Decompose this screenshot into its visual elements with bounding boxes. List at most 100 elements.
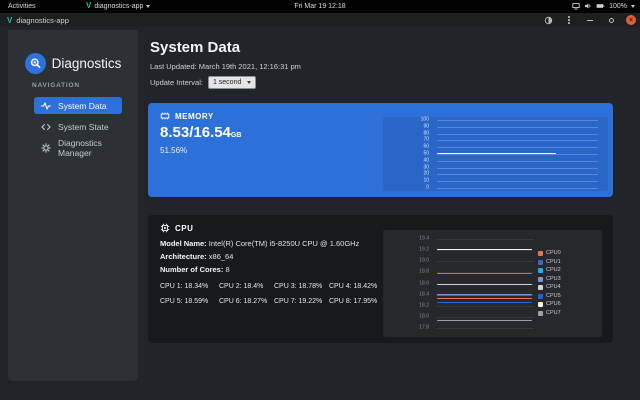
chart-series-CPU2	[437, 273, 532, 274]
menu-button[interactable]	[563, 14, 575, 26]
close-icon: ×	[629, 17, 633, 24]
memory-usage-number: 8.53/16.54	[160, 124, 231, 141]
maximize-icon	[609, 18, 614, 23]
cpu-card-header: CPU	[160, 223, 193, 233]
chevron-down-icon	[631, 5, 635, 8]
screencast-icon	[572, 2, 580, 10]
window-app-icon: V	[7, 17, 12, 25]
close-button[interactable]: ×	[626, 15, 636, 25]
cpu-card-title: CPU	[175, 224, 193, 233]
window-titlebar[interactable]: V diagnostics-app ×	[0, 13, 640, 27]
cpu-model-label: Model Name:	[160, 239, 207, 248]
minimize-button[interactable]	[584, 14, 596, 26]
chart-series-CPU3	[437, 294, 532, 295]
cpu-usage-cell: CPU 4: 18.42%	[329, 283, 384, 298]
page-title: System Data	[150, 39, 240, 56]
legend-item-CPU2: CPU2	[538, 268, 561, 274]
theme-toggle-button[interactable]	[542, 14, 554, 26]
pulse-icon	[41, 101, 51, 111]
memory-chart-plot	[437, 120, 598, 188]
maximize-button[interactable]	[605, 14, 617, 26]
window-title: diagnostics-app	[16, 16, 69, 25]
memory-usage-percent: 51.56%	[160, 146, 187, 155]
memory-usage-value: 8.53/16.54GB	[160, 124, 241, 141]
legend-item-CPU6: CPU6	[538, 302, 561, 308]
cpu-usage-cell: CPU 6: 18.27%	[219, 298, 274, 313]
cpu-usage-cell: CPU 5: 18.59%	[160, 298, 219, 313]
cpu-cores-label: Number of Cores:	[160, 265, 223, 274]
chart-series-CPU5	[437, 302, 532, 303]
sidebar-item-system-state[interactable]: System State	[34, 118, 122, 135]
cpu-architecture-label: Architecture:	[160, 252, 207, 261]
volume-icon	[584, 2, 592, 10]
cpu-architecture-value: x86_64	[209, 252, 234, 261]
cpu-icon	[160, 223, 170, 233]
legend-item-CPU0: CPU0	[538, 251, 561, 257]
battery-icon	[596, 2, 605, 10]
window-controls: ×	[542, 14, 636, 26]
sidebar-item-system-data[interactable]: System Data	[34, 97, 122, 114]
cpu-usage-cell: CPU 8: 17.95%	[329, 298, 384, 313]
update-interval-row: Update Interval: 1 second	[150, 76, 256, 89]
last-updated-text: Last Updated: March 19th 2021, 12:16:31 …	[150, 62, 301, 71]
cpu-chart: 19.419.219.018.818.618.418.218.017.8 CPU…	[383, 230, 602, 337]
cpu-card: CPU Model Name: Intel(R) Core(TM) i5-825…	[148, 215, 613, 343]
memory-icon	[160, 111, 170, 121]
memory-chart: 1009080706050403020100	[383, 117, 608, 191]
nav-section-label: NAVIGATION	[32, 82, 80, 89]
sidebar-item-label: System State	[58, 122, 109, 132]
sidebar-item-diagnostics-manager[interactable]: Diagnostics Manager	[34, 139, 122, 156]
chart-series-CPU6	[437, 249, 532, 250]
legend-item-CPU5: CPU5	[538, 294, 561, 300]
legend-item-CPU3: CPU3	[538, 277, 561, 283]
chart-series-CPU0	[437, 298, 532, 299]
cpu-usage-cell: CPU 2: 18.4%	[219, 283, 274, 298]
chart-series-CPU7	[437, 320, 532, 321]
memory-chart-y-axis: 1009080706050403020100	[383, 120, 433, 188]
legend-item-CPU7: CPU7	[538, 311, 561, 317]
cpu-model-line: Model Name: Intel(R) Core(TM) i5-8250U C…	[160, 239, 359, 248]
window-title-group: V diagnostics-app	[7, 16, 69, 25]
sidebar-item-label: System Data	[58, 101, 107, 111]
memory-usage-unit: GB	[231, 132, 242, 139]
clock[interactable]: Fri Mar 19 12:18	[0, 3, 640, 10]
system-top-bar: Activities V diagnostics-app Fri Mar 19 …	[0, 0, 640, 13]
cpu-chart-y-axis: 19.419.219.018.818.618.418.218.017.8	[383, 239, 433, 328]
cpu-usage-cell: CPU 3: 18.78%	[274, 283, 329, 298]
cpu-architecture-line: Architecture: x86_64	[160, 252, 233, 261]
cpu-cores-line: Number of Cores: 8	[160, 265, 230, 274]
memory-card-header: MEMORY	[160, 111, 214, 121]
cpu-usage-cell: CPU 7: 19.22%	[274, 298, 329, 313]
chevron-down-icon	[247, 81, 251, 84]
sidebar-item-label: Diagnostics Manager	[58, 138, 122, 158]
diagnostics-logo-icon	[25, 53, 46, 74]
app-logo-row: Diagnostics	[8, 53, 138, 74]
battery-percent: 100%	[609, 3, 627, 10]
cpu-chart-plot	[437, 239, 534, 328]
cpu-usage-grid: CPU 1: 18.34% CPU 2: 18.4% CPU 3: 18.78%…	[160, 283, 384, 313]
app-title: Diagnostics	[52, 56, 122, 71]
chart-series-CPU4	[437, 284, 532, 285]
chart-series-CPU1	[437, 295, 532, 296]
cpu-usage-cell: CPU 1: 18.34%	[160, 283, 219, 298]
system-status-area[interactable]: 100%	[572, 2, 635, 10]
legend-item-CPU1: CPU1	[538, 260, 561, 266]
update-interval-label: Update Interval:	[150, 78, 203, 87]
update-interval-value: 1 second	[213, 79, 241, 86]
cpu-cores-value: 8	[225, 265, 229, 274]
code-icon	[41, 122, 51, 132]
chart-series-memory-used-percent	[437, 153, 556, 154]
memory-card: MEMORY 8.53/16.54GB 51.56% 1009080706050…	[148, 103, 613, 197]
app-content: Diagnostics NAVIGATION System Data Syste…	[0, 27, 640, 400]
minimize-icon	[587, 20, 593, 21]
legend-item-CPU4: CPU4	[538, 285, 561, 291]
cpu-chart-legend: CPU0 CPU1 CPU2 CPU3 CPU4 CPU5 CPU6 CPU7	[538, 251, 561, 316]
sidebar: Diagnostics NAVIGATION System Data Syste…	[8, 30, 138, 381]
desktop: Activities V diagnostics-app Fri Mar 19 …	[0, 0, 640, 400]
sidebar-nav: System Data System State Diagnostics Man…	[34, 97, 122, 156]
kebab-menu-icon	[568, 16, 570, 24]
gear-icon	[41, 143, 51, 153]
cpu-model-value: Intel(R) Core(TM) i5-8250U CPU @ 1.60GHz	[209, 239, 360, 248]
update-interval-select[interactable]: 1 second	[208, 76, 256, 89]
memory-card-title: MEMORY	[175, 112, 214, 121]
